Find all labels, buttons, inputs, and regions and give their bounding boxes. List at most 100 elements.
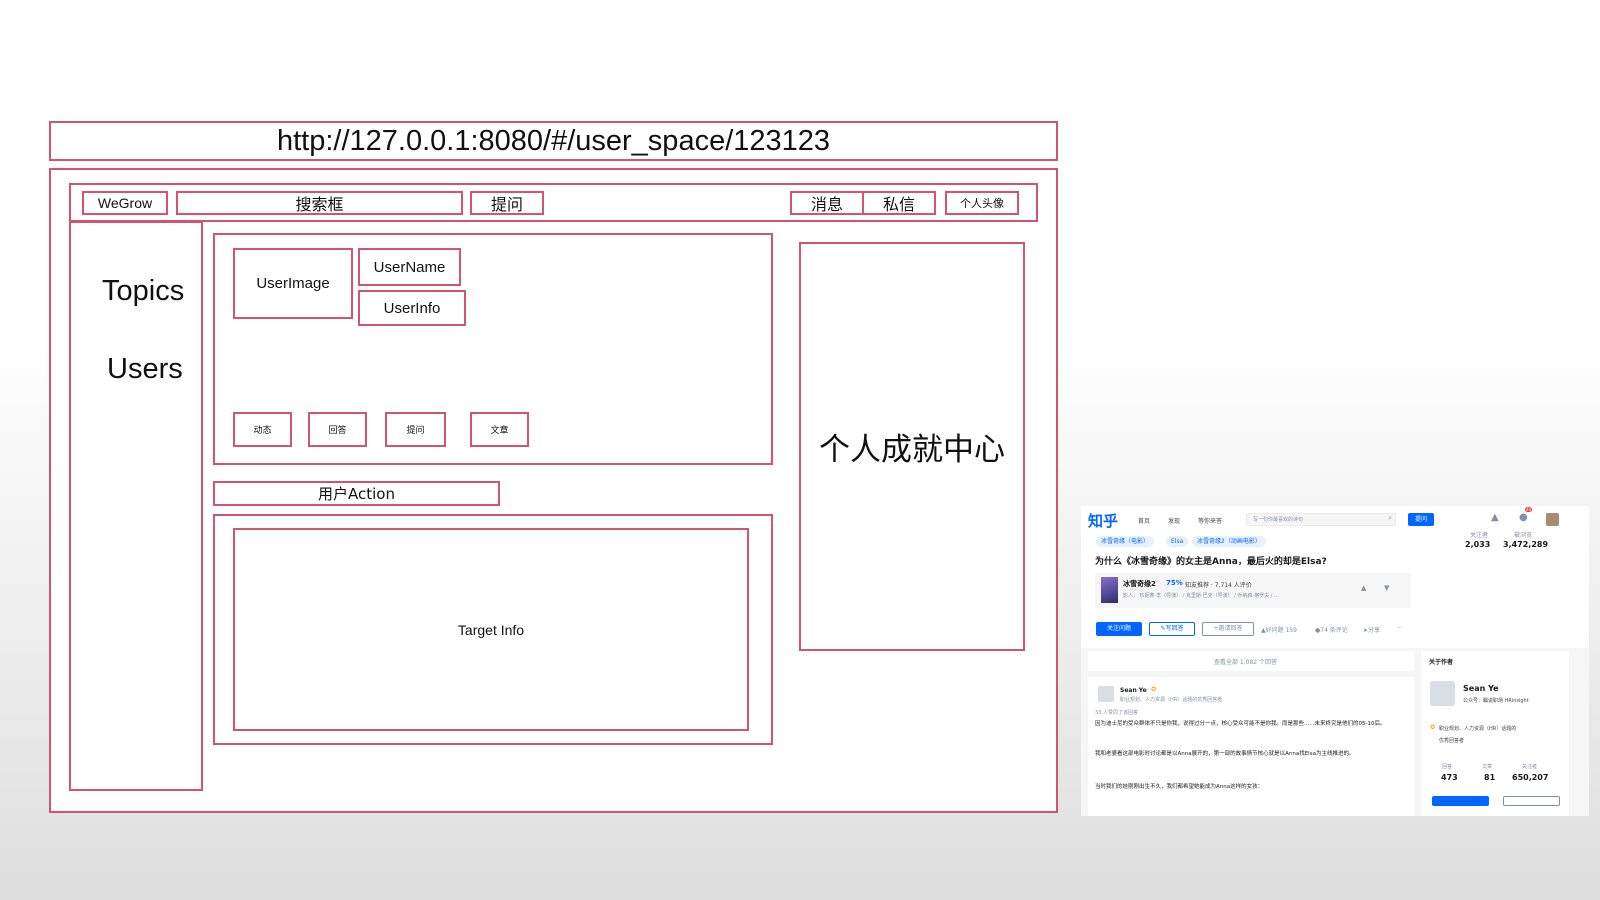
ask-button[interactable]: 提问: [470, 191, 544, 215]
good-question-button[interactable]: ▲好问题 159: [1261, 625, 1297, 634]
views-label: 被浏览: [1514, 532, 1533, 539]
answer-author-avatar: [1098, 686, 1114, 702]
write-answer-button[interactable]: ✎写回答: [1149, 622, 1195, 636]
movie-poster: [1101, 577, 1118, 603]
answer-paragraph-3: 当时我们的娃刚刚出生不久，我们都希望她能成为Anna这样的女孩：: [1095, 784, 1264, 790]
followers-label: 关注者: [1470, 532, 1489, 539]
search-box[interactable]: 搜索框: [176, 191, 463, 215]
good-question-label: 好问题 159: [1265, 627, 1297, 634]
sidebar-item-topics[interactable]: Topics: [102, 275, 184, 308]
answer-paragraph-2: 我和老婆看这部电影时讨论都是以Anna展开的，第一部的故事情节核心就是以Anna…: [1095, 751, 1355, 757]
zhihu-ask-button[interactable]: 提问: [1408, 513, 1434, 526]
followers-count: 2,033: [1465, 540, 1491, 549]
award-icon: ✪: [1430, 724, 1436, 731]
tab-activity-label: 动态: [253, 426, 272, 436]
notification-badge: 40: [1525, 507, 1533, 512]
follow-question-button[interactable]: 关注问题: [1096, 622, 1142, 636]
tab-questions[interactable]: 提问: [385, 412, 446, 447]
nav-waiting[interactable]: 等你来答: [1198, 516, 1222, 525]
invite-answer-button[interactable]: +邀请回答: [1202, 622, 1254, 636]
movie-rating: 知友推荐 · 7,714 人评价: [1185, 582, 1252, 589]
private-message-button[interactable]: 私信: [862, 191, 936, 215]
answer-likes: 33 人赞同了该回答: [1095, 710, 1138, 716]
message-author-button[interactable]: [1503, 796, 1560, 806]
write-answer-label: 写回答: [1165, 625, 1184, 632]
comments-label: 74 条评论: [1320, 627, 1348, 634]
sidebar-item-users[interactable]: Users: [107, 353, 183, 386]
share-button[interactable]: ➤分享: [1363, 625, 1380, 634]
reference-screenshot: 知乎 首页 发现 等你来答 写一句你最喜欢的诗句 ⌕ 提问 ▲ ● 40 冰雪奇…: [1081, 506, 1589, 816]
target-info: Target Info: [233, 528, 749, 731]
follow-author-button[interactable]: [1432, 796, 1489, 806]
user-action-label: 用户Action: [318, 485, 395, 503]
user-name: UserName: [358, 248, 461, 286]
comments-button[interactable]: ●74 条评论: [1315, 625, 1348, 634]
about-answers-count: 473: [1441, 773, 1458, 782]
about-articles-count: 81: [1484, 773, 1496, 782]
view-all-answers-label: 查看全部 1,082 个回答: [1214, 659, 1277, 666]
share-label: 分享: [1368, 627, 1381, 634]
url-text: http://127.0.0.1:8080/#/user_space/12312…: [276, 124, 831, 157]
movie-score: 75%: [1166, 579, 1183, 587]
search-icon[interactable]: ⌕: [1388, 514, 1392, 523]
about-articles-label: 文章: [1482, 764, 1493, 770]
tab-activity[interactable]: 动态: [233, 412, 292, 447]
tab-answers[interactable]: 回答: [308, 412, 367, 447]
about-author-desc: 公众号：瞩说职场 HRinsight: [1463, 698, 1529, 704]
avatar-button[interactable]: 个人头像: [945, 191, 1019, 215]
logo-text: WeGrow: [97, 195, 153, 211]
answer-author-name[interactable]: Sean Ye: [1120, 687, 1147, 694]
topic-chip-1[interactable]: 冰雪奇缘（电影）: [1096, 536, 1155, 547]
answer-paragraph-1: 因为迪士尼的受众群体不只是你我，说得过分一点，核心受众可能不是你我。而是那些..…: [1095, 721, 1386, 727]
about-author-heading: 关于作者: [1429, 659, 1454, 666]
user-image-label: UserImage: [256, 275, 330, 292]
private-message-label: 私信: [882, 195, 915, 214]
zhihu-search-input[interactable]: 写一句你最喜欢的诗句 ⌕: [1246, 513, 1396, 526]
ask-button-label: 提问: [490, 195, 523, 214]
messages-label: 消息: [810, 195, 843, 214]
topic-chip-3[interactable]: 冰雪奇缘2（动画电影）: [1192, 536, 1266, 547]
zhihu-logo[interactable]: 知乎: [1088, 510, 1118, 531]
more-button[interactable]: ···: [1397, 625, 1403, 632]
tab-answers-label: 回答: [328, 426, 347, 436]
search-box-label: 搜索框: [295, 195, 344, 214]
views-count: 3,472,289: [1503, 540, 1549, 549]
tab-questions-label: 提问: [406, 426, 425, 436]
movie-title[interactable]: 冰雪奇缘2: [1123, 579, 1156, 589]
about-author-card: [1421, 651, 1569, 816]
url-bar[interactable]: http://127.0.0.1:8080/#/user_space/12312…: [49, 121, 1058, 161]
nav-home[interactable]: 首页: [1138, 516, 1150, 525]
achievement-center-label: 个人成就中心: [819, 432, 1005, 468]
about-author-avatar[interactable]: [1430, 681, 1455, 706]
bell-icon[interactable]: ▲: [1491, 512, 1499, 523]
user-info: UserInfo: [358, 290, 466, 326]
tab-articles[interactable]: 文章: [470, 412, 529, 447]
about-author-name[interactable]: Sean Ye: [1463, 684, 1499, 693]
about-followers-count: 650,207: [1512, 773, 1549, 782]
about-answers-label: 回答: [1442, 764, 1453, 770]
view-all-answers-bar[interactable]: 查看全部 1,082 个回答: [1088, 651, 1414, 671]
zhihu-search-placeholder: 写一句你最喜欢的诗句: [1253, 517, 1304, 523]
logo[interactable]: WeGrow: [82, 191, 168, 215]
user-action-bar[interactable]: 用户Action: [213, 481, 500, 506]
invite-answer-label: 邀请回答: [1218, 625, 1243, 632]
answer-author-bio: 职业规划、人力资源（HR）话题的优秀回答者: [1120, 697, 1223, 703]
about-author-badge-2: 优秀回答者: [1439, 738, 1465, 744]
verified-badge-icon: ✪: [1151, 686, 1157, 693]
achievement-center: 个人成就中心: [799, 242, 1025, 651]
messages-button[interactable]: 消息: [790, 191, 864, 215]
user-image: UserImage: [233, 248, 353, 319]
zhihu-ask-label: 提问: [1414, 516, 1427, 523]
thumbs-down-icon[interactable]: ▼: [1384, 584, 1389, 592]
user-info-label: UserInfo: [383, 299, 441, 317]
topic-chip-2[interactable]: Elsa: [1166, 536, 1189, 547]
target-info-label: Target Info: [457, 621, 525, 638]
thumbs-up-icon[interactable]: ▲: [1361, 584, 1366, 592]
message-icon[interactable]: ●: [1519, 512, 1528, 523]
follow-question-label: 关注问题: [1106, 625, 1131, 632]
user-avatar-icon[interactable]: [1546, 513, 1559, 526]
user-name-label: UserName: [373, 258, 446, 276]
movie-credits: 影人： 珍妮弗·李（导演） / 克里斯·巴克（导演） / 乔纳森·格罗夫 / .…: [1123, 593, 1279, 599]
nav-discover[interactable]: 发现: [1168, 516, 1180, 525]
avatar-label: 个人头像: [960, 197, 1004, 210]
